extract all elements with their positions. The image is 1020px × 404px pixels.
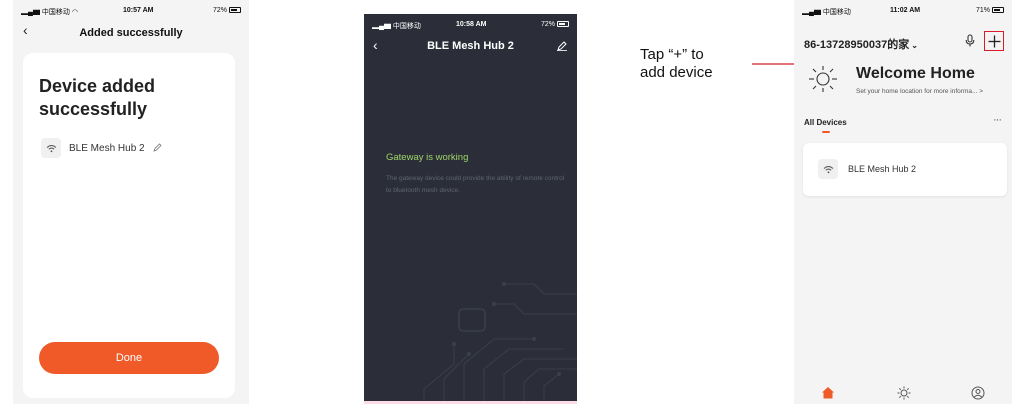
profile-icon[interactable] — [971, 386, 985, 404]
microphone-icon[interactable] — [965, 34, 975, 52]
gateway-status-title: Gateway is working — [386, 152, 469, 163]
status-bar: ▂▄▆ 中国移动 11:02 AM 71% — [794, 0, 1012, 20]
battery-indicator: 71% — [976, 7, 1004, 14]
battery-indicator: 72% — [541, 21, 569, 28]
signal-icon: ▂▄▆ — [802, 9, 823, 16]
done-button[interactable]: Done — [39, 342, 219, 374]
battery-icon — [557, 21, 569, 28]
carrier-label: ▂▄▆ 中国移动 ◠ — [21, 9, 78, 16]
edit-icon[interactable] — [557, 38, 567, 56]
page-title: Added successfully — [79, 27, 183, 39]
home-selector[interactable]: 86-13728950037的家 ⌄ — [804, 36, 918, 52]
battery-icon — [992, 7, 1004, 14]
welcome-title: Welcome Home — [856, 65, 975, 82]
circuit-decoration — [423, 282, 577, 404]
more-options-icon[interactable]: ··· — [993, 114, 1002, 126]
page-title: BLE Mesh Hub 2 — [427, 40, 514, 52]
sun-icon — [806, 64, 840, 99]
battery-icon — [229, 7, 241, 14]
device-card[interactable]: BLE Mesh Hub 2 — [803, 143, 1007, 196]
status-time: 11:02 AM — [890, 7, 921, 14]
battery-indicator: 72% — [213, 7, 241, 14]
status-time: 10:58 AM — [456, 21, 487, 28]
carrier-label: ▂▄▆ 中国移动 — [372, 23, 421, 30]
active-tab-indicator — [822, 131, 830, 133]
add-device-button[interactable] — [984, 31, 1004, 51]
set-location-link[interactable]: Set your home location for more informa.… — [856, 88, 983, 95]
signal-icon: ▂▄▆ — [21, 9, 42, 16]
device-row[interactable]: BLE Mesh Hub 2 — [41, 138, 162, 158]
callout-line-1: Tap “+” to — [640, 46, 704, 63]
edit-name-icon[interactable] — [153, 139, 162, 156]
success-headline: Device added successfully — [39, 76, 156, 119]
device-name: BLE Mesh Hub 2 — [848, 164, 917, 174]
tab-all-devices[interactable]: All Devices — [804, 118, 847, 127]
status-bar: ▂▄▆ 中国移动 ◠ 10:57 AM 72% — [13, 0, 249, 20]
bottom-tab-bar — [794, 380, 1012, 404]
status-time: 10:57 AM — [123, 7, 154, 14]
home-name: 86-13728950037的家 — [804, 39, 910, 51]
callout-line-2: add device — [640, 64, 713, 81]
wifi-status-icon: ◠ — [71, 9, 78, 16]
instruction-callout: Tap “+” to add device — [640, 46, 713, 82]
result-card: Device added successfully BLE Mesh Hub 2… — [23, 53, 235, 398]
smart-scene-icon[interactable] — [897, 386, 911, 404]
home-icon[interactable] — [821, 386, 835, 404]
wifi-icon — [41, 138, 61, 158]
device-panel-screen: ▂▄▆ 中国移动 10:58 AM 72% ‹ BLE Mesh Hub 2 G… — [364, 14, 577, 404]
device-name: BLE Mesh Hub 2 — [69, 142, 145, 154]
home-screen: ▂▄▆ 中国移动 11:02 AM 71% 86-13728950037的家 ⌄ … — [794, 0, 1012, 404]
wifi-icon — [818, 159, 838, 179]
chevron-down-icon: ⌄ — [911, 41, 918, 50]
status-bar: ▂▄▆ 中国移动 10:58 AM 72% — [364, 14, 577, 34]
signal-icon: ▂▄▆ — [372, 23, 393, 30]
gateway-description: The gateway device could provide the abi… — [386, 175, 565, 194]
added-successfully-screen: ▂▄▆ 中国移动 ◠ 10:57 AM 72% ‹ Added successf… — [13, 0, 249, 404]
carrier-label: ▂▄▆ 中国移动 — [802, 9, 851, 16]
plus-icon — [988, 35, 1000, 47]
